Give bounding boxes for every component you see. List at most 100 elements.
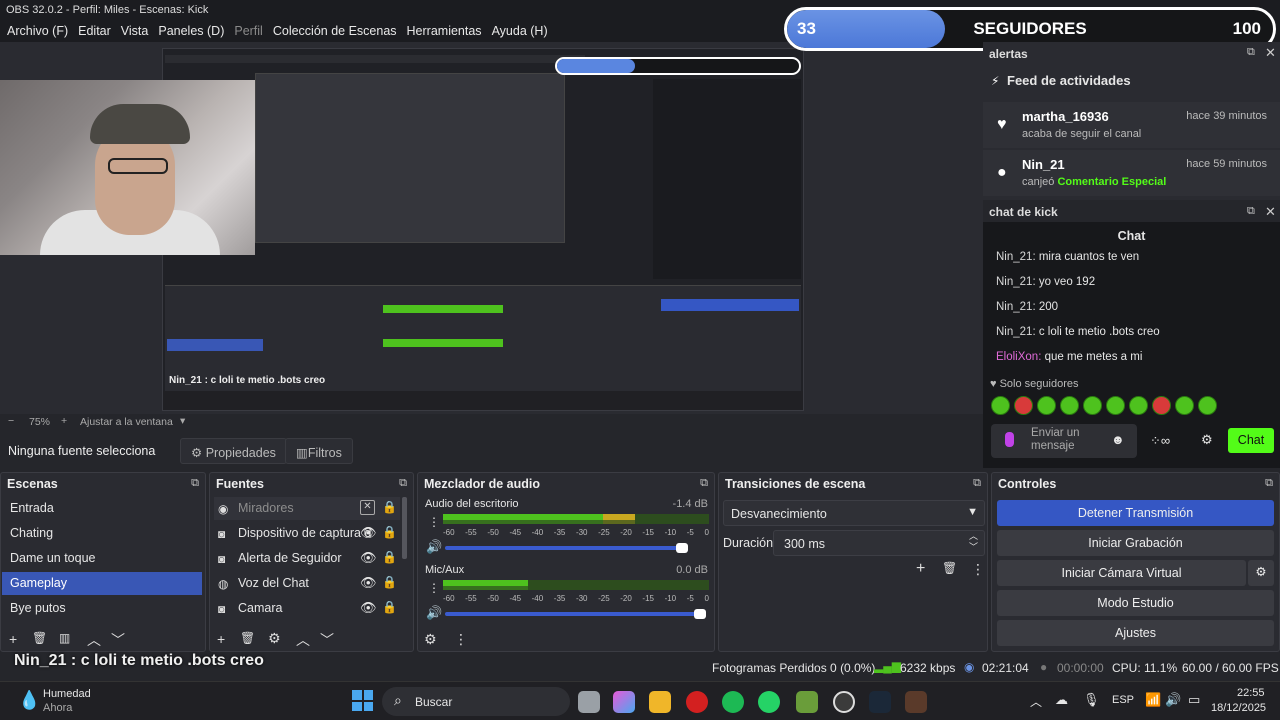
- lock-icon[interactable]: 🔒: [382, 550, 397, 564]
- wifi-icon[interactable]: 📶: [1145, 692, 1161, 708]
- emote-icon[interactable]: [1152, 396, 1171, 415]
- scene-item[interactable]: Entrada: [2, 497, 202, 520]
- dock-float-icon[interactable]: ⧉: [399, 477, 407, 490]
- minecraft-icon[interactable]: [796, 691, 818, 713]
- copilot-icon[interactable]: [613, 691, 635, 713]
- lock-icon[interactable]: 🔒: [382, 575, 397, 589]
- source-item[interactable]: ◍ Voz del Chat 👁 🔒: [214, 572, 400, 595]
- obs-icon[interactable]: [833, 691, 855, 713]
- chevron-down-icon[interactable]: ▾: [180, 415, 185, 427]
- gear-icon[interactable]: ⚙: [1201, 432, 1213, 448]
- language-indicator[interactable]: ESP: [1112, 694, 1134, 706]
- volume-knob[interactable]: [694, 609, 706, 619]
- folder-icon[interactable]: [649, 691, 671, 713]
- steam-icon[interactable]: [869, 691, 891, 713]
- menu-paneles[interactable]: Paneles (D): [153, 20, 229, 42]
- emote-icon[interactable]: [1060, 396, 1079, 415]
- visibility-toggle-icon[interactable]: ✕: [360, 500, 375, 515]
- stepper-icon[interactable]: ︿ ﹀: [969, 531, 978, 553]
- zoom-fit[interactable]: Ajustar a la ventana: [80, 416, 173, 428]
- settings-button[interactable]: Ajustes: [997, 620, 1274, 646]
- sources-scrollbar[interactable]: [402, 497, 407, 559]
- eye-icon[interactable]: 👁: [360, 550, 377, 566]
- dock-float-icon[interactable]: ⧉: [1265, 477, 1273, 490]
- start-recording-button[interactable]: Iniciar Grabación: [997, 530, 1274, 556]
- menu-perfil[interactable]: Perfil: [229, 20, 267, 42]
- chat-float-icon[interactable]: ⧉: [1247, 205, 1255, 218]
- trash-icon[interactable]: 🗑: [32, 631, 47, 645]
- source-item[interactable]: ◙ Dispositivo de captura d 👁 🔒: [214, 522, 400, 545]
- whatsapp-icon[interactable]: [758, 691, 780, 713]
- kick-emotes-icon[interactable]: ⁘∞: [1150, 433, 1170, 449]
- menu-editar[interactable]: Editar: [73, 20, 116, 42]
- filter-icon[interactable]: ▥: [59, 631, 70, 645]
- add-icon[interactable]: +: [217, 631, 225, 647]
- volume-slider[interactable]: [445, 546, 685, 550]
- opera-icon[interactable]: [686, 691, 708, 713]
- alerts-close-icon[interactable]: ✕: [1265, 45, 1276, 61]
- menu-archivo[interactable]: Archivo (F): [2, 20, 73, 42]
- speaker-icon[interactable]: 🔊: [426, 605, 442, 621]
- chevron-up-icon[interactable]: ︿: [87, 630, 101, 650]
- dock-float-icon[interactable]: ⧉: [191, 477, 199, 490]
- chevron-up-icon[interactable]: ︿: [1030, 693, 1042, 710]
- emote-icon[interactable]: [991, 396, 1010, 415]
- speaker-icon[interactable]: 🔊: [426, 539, 442, 555]
- menu-coleccion-escenas[interactable]: Colección de Escenas: [268, 20, 402, 42]
- eye-icon[interactable]: 👁: [360, 575, 377, 591]
- transition-select[interactable]: Desvanecimiento ▼: [723, 500, 985, 526]
- clock-time[interactable]: 22:55: [1237, 687, 1265, 699]
- emote-icon[interactable]: [1106, 396, 1125, 415]
- menu-herramientas[interactable]: Herramientas: [402, 20, 487, 42]
- battery-icon[interactable]: ▭: [1188, 692, 1200, 708]
- kebab-menu-icon[interactable]: ⋮: [971, 561, 985, 578]
- chevron-down-icon[interactable]: ﹀: [320, 630, 334, 650]
- stop-stream-button[interactable]: Detener Transmisión: [997, 500, 1274, 526]
- alerts-float-icon[interactable]: ⧉: [1247, 46, 1255, 59]
- emote-icon[interactable]: [1198, 396, 1217, 415]
- volume-slider[interactable]: [445, 612, 701, 616]
- emoji-icon[interactable]: ☻: [1111, 432, 1125, 447]
- source-item[interactable]: ◙ Alerta de Seguidor 👁 🔒: [214, 547, 400, 570]
- scene-item-selected[interactable]: Gameplay: [2, 572, 202, 595]
- emote-icon[interactable]: [1129, 396, 1148, 415]
- kebab-menu-icon[interactable]: ⋮: [428, 515, 440, 529]
- trash-icon[interactable]: 🗑: [240, 631, 255, 645]
- lock-icon[interactable]: 🔒: [382, 525, 397, 539]
- menu-vista[interactable]: Vista: [116, 20, 154, 42]
- eye-icon[interactable]: 👁: [360, 525, 377, 541]
- chevron-down-icon[interactable]: ﹀: [111, 630, 125, 650]
- spotify-icon[interactable]: [722, 691, 744, 713]
- microphone-icon[interactable]: [1005, 432, 1014, 447]
- eye-icon[interactable]: 👁: [360, 600, 377, 616]
- scene-item[interactable]: Chating: [2, 522, 202, 545]
- virtual-camera-button[interactable]: Iniciar Cámara Virtual: [997, 560, 1246, 586]
- lock-icon[interactable]: 🔒: [382, 600, 397, 614]
- windows-start-icon[interactable]: [352, 690, 373, 711]
- microphone-icon[interactable]: 🎙: [1083, 692, 1100, 708]
- chevron-up-icon[interactable]: ︿: [296, 630, 310, 650]
- filters-button[interactable]: ▥Filtros: [285, 438, 353, 464]
- add-icon[interactable]: +: [9, 631, 17, 647]
- source-item[interactable]: ◙ Camara 👁 🔒: [214, 597, 400, 620]
- weather-title[interactable]: Humedad: [43, 688, 91, 700]
- gear-icon[interactable]: ⚙: [424, 631, 437, 648]
- properties-button[interactable]: ⚙ Propiedades: [180, 438, 287, 464]
- emote-icon[interactable]: [1014, 396, 1033, 415]
- chat-send-button[interactable]: Chat: [1228, 428, 1274, 453]
- kebab-menu-icon[interactable]: ⋮: [428, 581, 440, 595]
- emote-icon[interactable]: [1083, 396, 1102, 415]
- emote-icon[interactable]: [1175, 396, 1194, 415]
- kebab-menu-icon[interactable]: ⋮: [454, 631, 468, 648]
- volume-icon[interactable]: 🔊: [1165, 692, 1181, 708]
- add-icon[interactable]: +: [916, 560, 925, 578]
- scene-item[interactable]: Dame un toque: [2, 547, 202, 570]
- task-view-icon[interactable]: [578, 691, 600, 713]
- dock-float-icon[interactable]: ⧉: [700, 477, 708, 490]
- studio-mode-button[interactable]: Modo Estudio: [997, 590, 1274, 616]
- menu-ayuda[interactable]: Ayuda (H): [487, 20, 553, 42]
- duration-input[interactable]: 300 ms ︿ ﹀: [773, 530, 985, 556]
- taskbar-search[interactable]: ⌕ Buscar: [382, 687, 570, 716]
- chat-input[interactable]: Enviar un mensaje ☻: [991, 424, 1137, 458]
- source-item[interactable]: ◉ Miradores ✕ 🔒: [214, 497, 400, 520]
